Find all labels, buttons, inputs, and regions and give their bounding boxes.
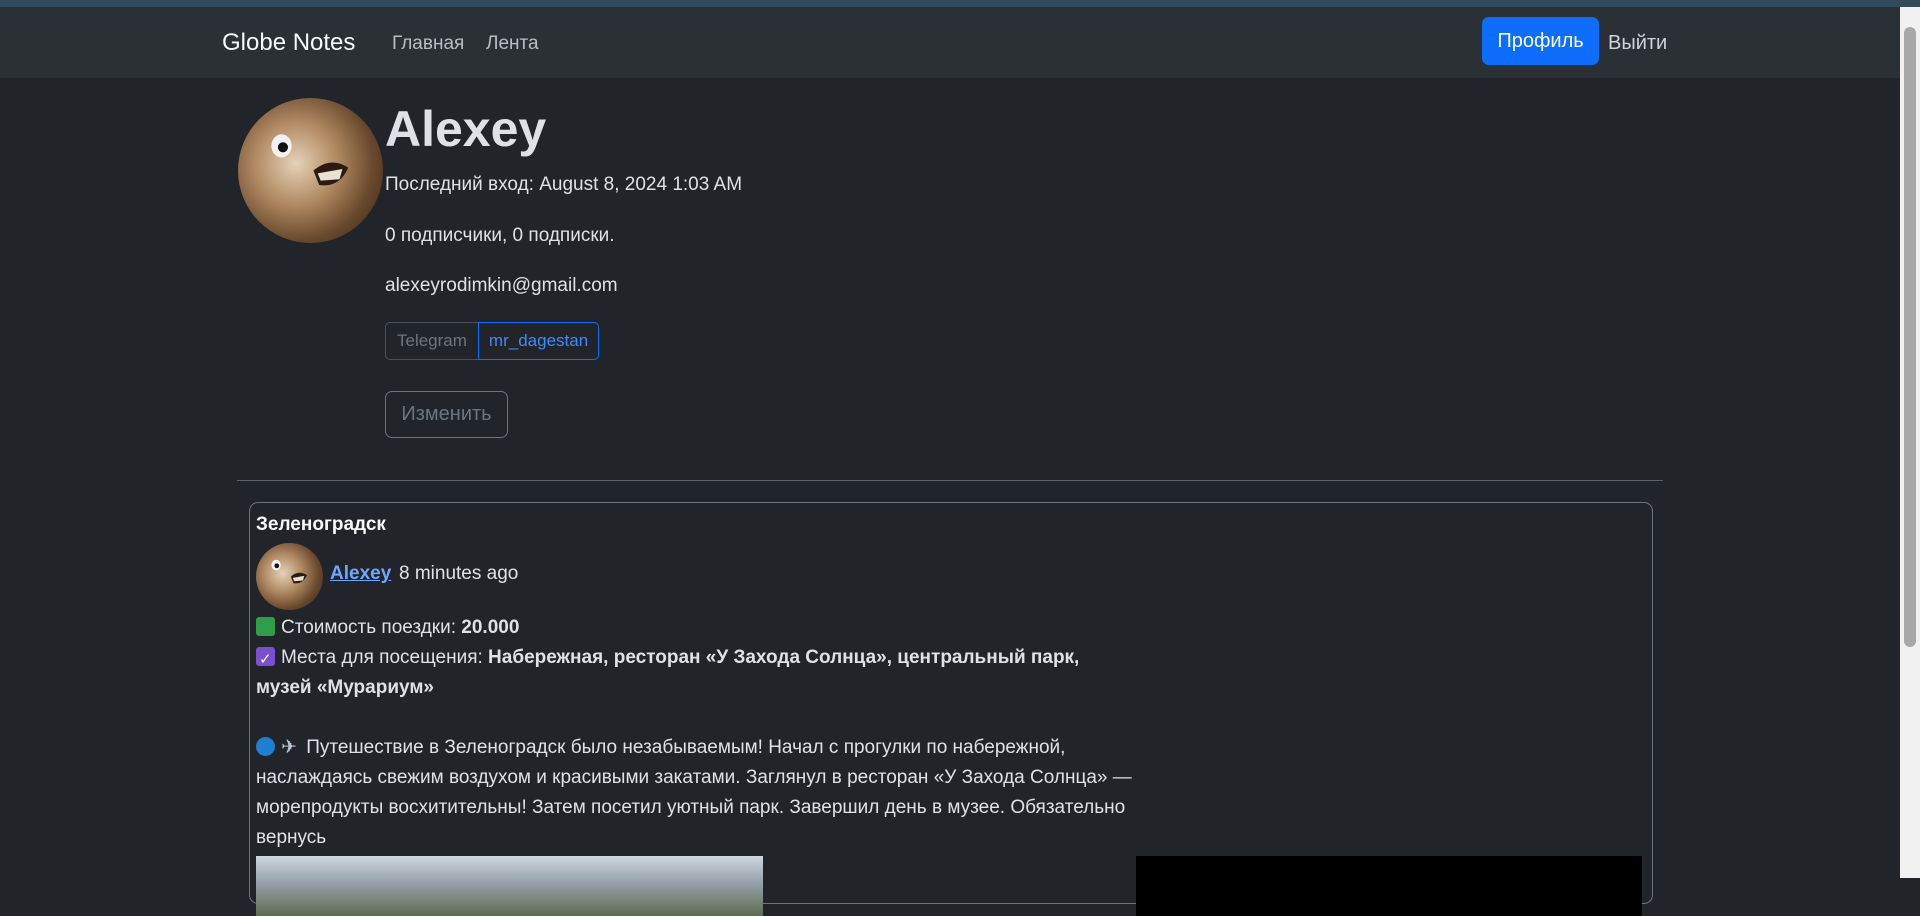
nav-link-feed[interactable]: Лента xyxy=(486,33,539,55)
post-cost-value: 20.000 xyxy=(461,617,520,638)
profile-avatar xyxy=(238,98,383,243)
check-mark-icon xyxy=(256,645,275,675)
nav-link-home[interactable]: Главная xyxy=(392,33,464,55)
post-title: Зеленоградск xyxy=(256,514,386,535)
edit-profile-button[interactable]: Изменить xyxy=(385,391,508,438)
profile-name: Alexey xyxy=(385,101,547,157)
post-cost-line: Стоимость поездки: 20.000 xyxy=(256,613,1136,643)
last-login-text: Последний вход: August 8, 2024 1:03 AM xyxy=(385,174,743,195)
post-body: Стоимость поездки: 20.000 Места для посе… xyxy=(256,613,1136,853)
post-time: 8 minutes ago xyxy=(399,563,519,584)
logout-link[interactable]: Выйти xyxy=(1608,32,1667,55)
post-photo-dark[interactable] xyxy=(1136,856,1642,916)
telegram-label: Telegram xyxy=(385,322,478,360)
profile-button[interactable]: Профиль xyxy=(1482,17,1599,65)
avatar-image xyxy=(271,134,349,186)
scrollbar-thumb[interactable] xyxy=(1904,27,1916,647)
telegram-group: Telegram mr_dagestan xyxy=(385,322,600,360)
post-places-label: Места для посещения: xyxy=(281,647,489,668)
post-card: Зеленоградск Alexey 8 minutes ago Стоимо… xyxy=(249,502,1653,916)
post-photo[interactable] xyxy=(256,856,763,916)
follow-stats-text: 0 подписчики, 0 подписки. xyxy=(385,225,615,246)
window-top-strip xyxy=(0,0,1920,7)
navbar: Globe Notes Главная Лента Профиль Выйти xyxy=(0,7,1900,78)
wave-icon xyxy=(256,737,275,756)
airplane-icon: ✈ xyxy=(281,737,297,758)
cash-icon xyxy=(256,617,275,636)
post-spacer xyxy=(256,703,1136,733)
post-author-link[interactable]: Alexey xyxy=(330,563,391,585)
post-description-text: Путешествие в Зеленоградск было незабыва… xyxy=(256,737,1132,848)
scrollbar[interactable] xyxy=(1900,7,1920,878)
email-text: alexeyrodimkin@gmail.com xyxy=(385,275,618,296)
avatar-image xyxy=(271,559,307,584)
post-description: ✈ Путешествие в Зеленоградск было незабы… xyxy=(256,733,1136,853)
brand-link[interactable]: Globe Notes xyxy=(222,29,355,57)
divider xyxy=(237,480,1663,481)
telegram-handle-link[interactable]: mr_dagestan xyxy=(477,322,600,360)
post-cost-label: Стоимость поездки: xyxy=(281,617,462,638)
post-places-line: Места для посещения: Набережная, рестора… xyxy=(256,643,1136,703)
post-author-avatar xyxy=(256,543,323,610)
